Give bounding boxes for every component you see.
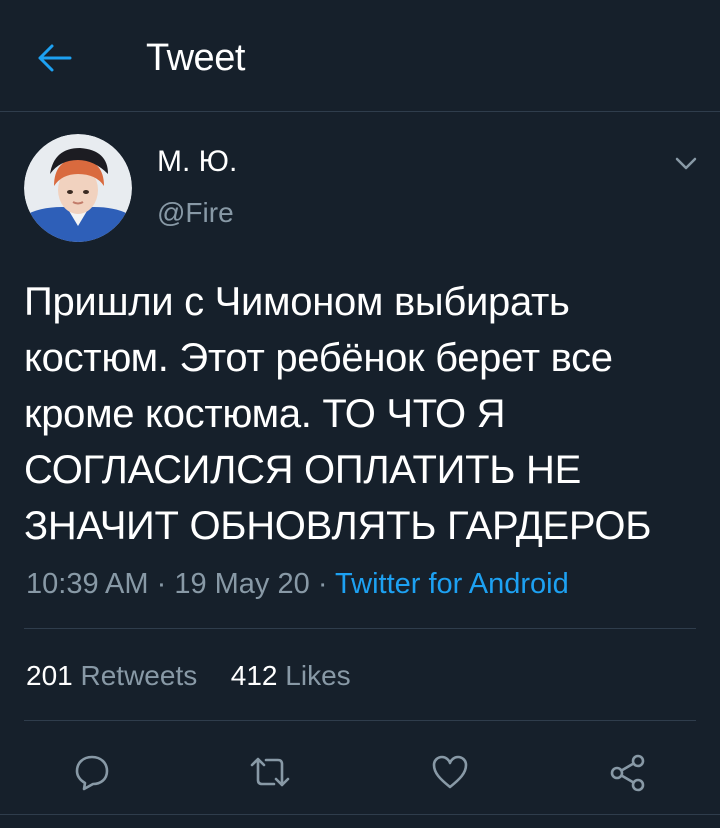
divider xyxy=(0,814,720,815)
retweets-label: Retweets xyxy=(80,660,198,691)
reply-button[interactable] xyxy=(68,748,116,796)
likes-label: Likes xyxy=(285,660,351,691)
top-bar: Tweet xyxy=(0,0,720,112)
divider xyxy=(24,720,696,721)
tweet-text: Пришли с Чимоном выбирать костюм. Этот р… xyxy=(24,280,652,548)
author-display-name[interactable]: М. Ю. xyxy=(157,144,237,180)
divider xyxy=(24,628,696,629)
heart-icon xyxy=(432,755,468,789)
page-title: Tweet xyxy=(146,37,245,79)
author-handle[interactable]: @Fire xyxy=(157,196,234,230)
reply-icon xyxy=(75,755,109,791)
share-icon xyxy=(610,754,645,792)
likes-count: 412 xyxy=(230,660,278,691)
retweets-count: 201 xyxy=(26,660,73,691)
retweets-stat[interactable]: 201 Retweets xyxy=(26,660,197,691)
more-options-button[interactable] xyxy=(668,150,704,178)
arrow-left-icon xyxy=(38,44,72,72)
tweet-stats: 201 Retweets 412 Likes xyxy=(26,658,351,694)
meta-separator: · xyxy=(317,568,328,600)
tweet-source-link[interactable]: Twitter for Android xyxy=(335,568,569,600)
share-button[interactable] xyxy=(604,748,652,796)
avatar-image xyxy=(24,134,132,242)
action-bar xyxy=(0,740,720,796)
retweet-button[interactable] xyxy=(246,748,294,796)
meta-separator: · xyxy=(156,568,167,600)
tweet-meta: 10:39 AM · 19 May 20 · Twitter for Andro… xyxy=(26,566,569,602)
likes-stat[interactable]: 412 Likes xyxy=(231,660,351,691)
tweet-time: 10:39 AM xyxy=(26,568,149,600)
chevron-down-icon xyxy=(675,157,697,170)
tweet-date: 19 May 20 xyxy=(174,568,310,600)
back-button[interactable] xyxy=(30,36,78,80)
avatar[interactable] xyxy=(24,134,132,242)
retweet-icon xyxy=(250,757,290,787)
like-button[interactable] xyxy=(426,748,474,796)
